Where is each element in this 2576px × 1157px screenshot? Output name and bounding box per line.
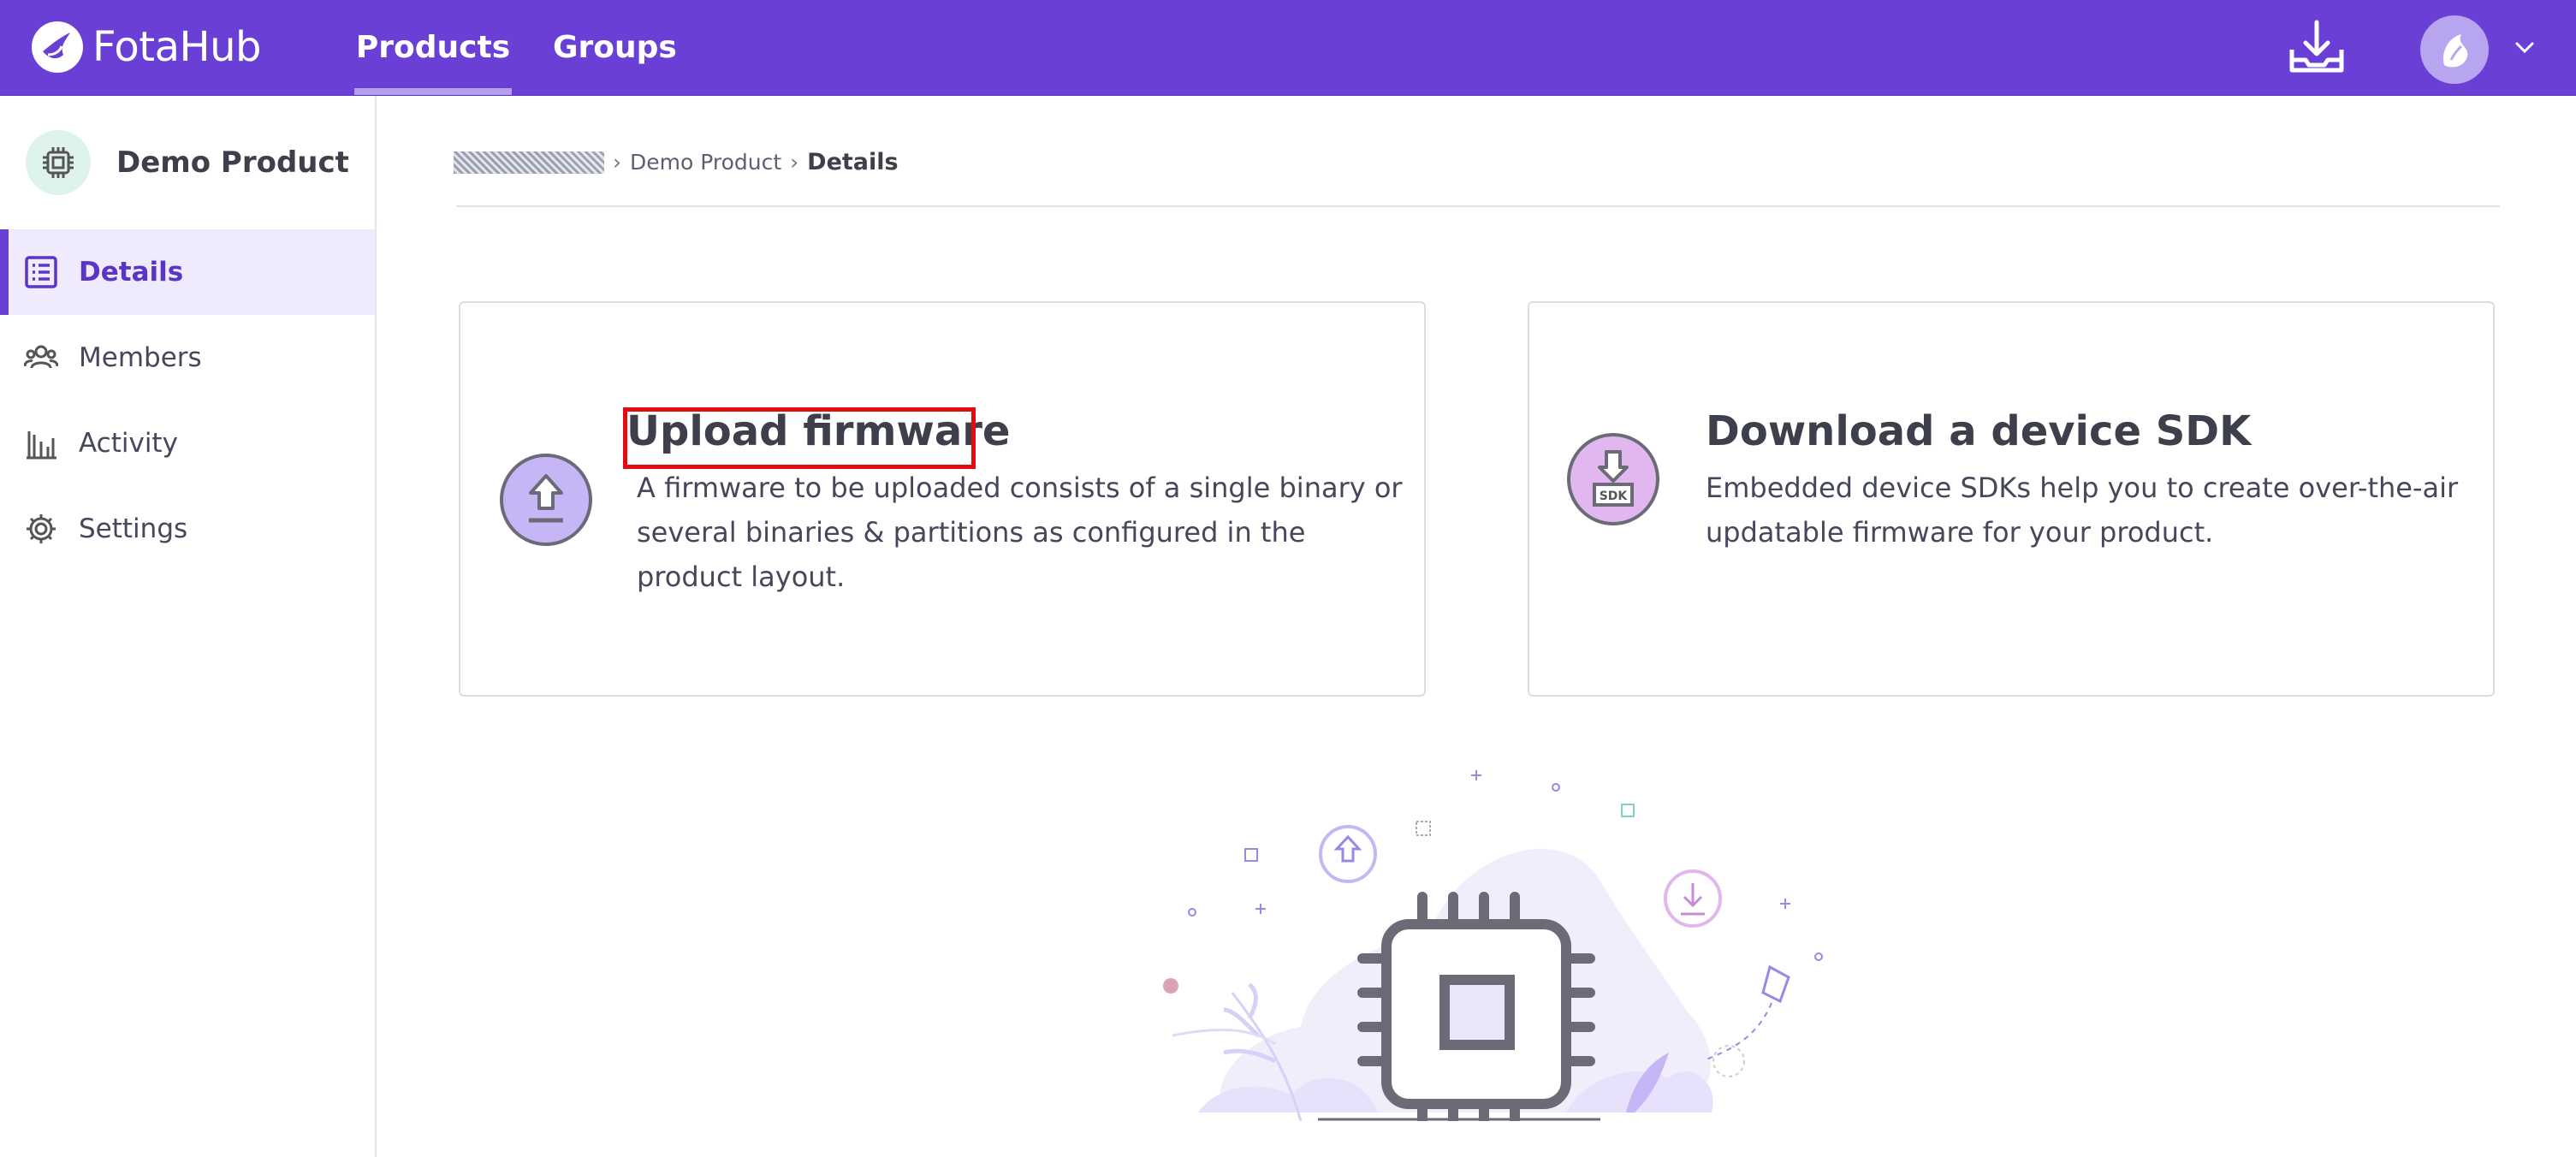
product-name: Demo Product <box>116 145 349 180</box>
download-tray-icon[interactable] <box>2287 19 2347 75</box>
top-navigation-bar: FotaHub Products Groups <box>0 0 2576 96</box>
sidebar-item-label: Members <box>79 342 202 373</box>
sidebar-item-activity[interactable]: Activity <box>0 400 375 486</box>
sidebar: Demo Product Details Members Activity Se… <box>0 96 377 1157</box>
tab-products-label: Products <box>355 30 511 65</box>
sidebar-item-label: Settings <box>79 513 188 544</box>
people-icon <box>24 345 58 369</box>
chevron-right-icon: › <box>790 150 799 175</box>
sidebar-item-members[interactable]: Members <box>0 315 375 400</box>
breadcrumb: › Demo Product › Details <box>454 149 899 175</box>
sidebar-item-settings[interactable]: Settings <box>0 486 375 572</box>
chevron-down-icon[interactable] <box>2514 41 2535 55</box>
breadcrumb-current: Details <box>807 149 899 175</box>
upload-icon <box>500 454 592 546</box>
sidebar-item-label: Details <box>79 257 184 288</box>
brand-name: FotaHub <box>92 23 261 71</box>
upload-firmware-description: A firmware to be uploaded consists of a … <box>637 472 1403 593</box>
list-icon <box>25 256 57 288</box>
sidebar-item-details[interactable]: Details <box>0 229 375 315</box>
sdk-icon-label: SDK <box>1600 490 1629 503</box>
user-avatar[interactable] <box>2420 15 2489 84</box>
upload-firmware-title[interactable]: Upload firmware <box>626 407 1010 455</box>
tab-products[interactable]: Products <box>354 0 512 95</box>
fotahub-logo[interactable]: FotaHub <box>31 21 261 74</box>
sdk-download-icon: SDK <box>1567 433 1659 525</box>
download-sdk-title[interactable]: Download a device SDK <box>1706 407 2251 455</box>
divider <box>456 205 2500 207</box>
download-sdk-card[interactable]: SDK Download a device SDK Embedded devic… <box>1528 301 2495 697</box>
download-sdk-description: Embedded device SDKs help you to create … <box>1706 472 2459 549</box>
bird-logo-icon <box>32 21 83 73</box>
product-chip-icon <box>26 130 91 195</box>
bar-chart-icon <box>27 431 56 460</box>
tab-groups[interactable]: Groups <box>553 0 677 95</box>
chevron-right-icon: › <box>613 150 621 175</box>
chip-illustration <box>1163 770 1823 1121</box>
user-avatar-icon <box>2442 34 2468 68</box>
breadcrumb-redacted-link[interactable] <box>454 151 604 174</box>
sidebar-item-label: Activity <box>79 428 178 459</box>
upload-firmware-card[interactable]: Upload firmware A firmware to be uploade… <box>459 301 1426 697</box>
product-header: Demo Product <box>26 130 349 195</box>
tab-groups-label: Groups <box>553 30 677 65</box>
breadcrumb-parent[interactable]: Demo Product <box>630 150 781 175</box>
gear-icon <box>27 514 56 543</box>
